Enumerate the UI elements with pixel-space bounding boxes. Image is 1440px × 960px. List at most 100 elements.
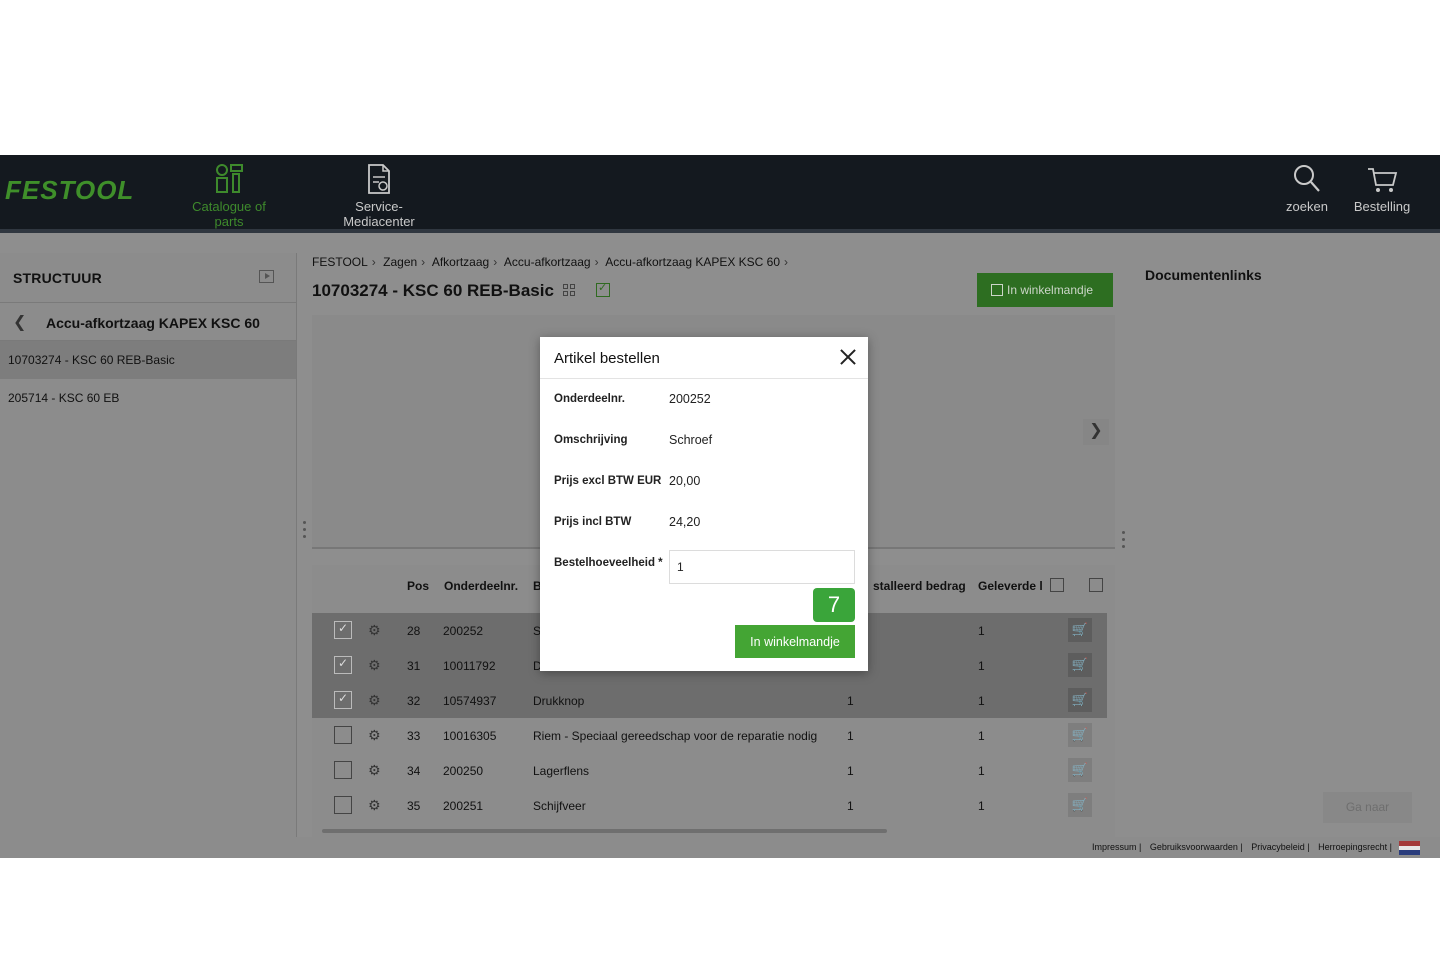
row-checkbox[interactable] xyxy=(334,726,352,744)
footer-link-impressum[interactable]: Impressum | xyxy=(1092,842,1141,852)
row-checkbox[interactable] xyxy=(334,796,352,814)
field-value: 24,20 xyxy=(669,515,701,529)
cell-pos: 35 xyxy=(407,799,421,813)
close-icon[interactable] xyxy=(838,347,858,367)
right-splitter-handle[interactable] xyxy=(1122,531,1126,557)
row-cart-icon[interactable]: 🛒 xyxy=(1068,723,1092,747)
footer-link-privacy[interactable]: Privacybeleid | xyxy=(1251,842,1309,852)
left-splitter-handle[interactable] xyxy=(303,521,307,547)
gear-icon[interactable]: ⚙ xyxy=(368,762,381,779)
gear-icon[interactable]: ⚙ xyxy=(368,657,381,674)
cell-pos: 33 xyxy=(407,729,421,743)
checklist-icon[interactable] xyxy=(596,281,610,297)
cell-delivered: 1 xyxy=(978,729,985,743)
order-button[interactable]: Bestelling xyxy=(1350,163,1414,214)
cell-part: 200250 xyxy=(443,764,484,778)
breadcrumb-separator-icon: › xyxy=(421,255,426,269)
breadcrumb-separator-icon: › xyxy=(371,255,376,269)
cell-desc: Drukknop xyxy=(533,694,585,708)
footer-links: Impressum | Gebruiksvoorwaarden | Privac… xyxy=(1086,842,1392,852)
archive-icon[interactable] xyxy=(1089,578,1103,592)
dialog-add-to-cart-button[interactable]: In winkelmandje xyxy=(735,625,855,658)
breadcrumb: FESTOOL › Zagen › Afkortzaag › Accu-afkortz… xyxy=(312,255,792,269)
nav-catalogue-of-parts[interactable]: Catalogue of parts xyxy=(176,163,282,229)
footer: Impressum | Gebruiksvoorwaarden | Privac… xyxy=(0,837,1440,858)
top-navigation-bar: FESTOOL Catalogue of parts Service-Media… xyxy=(0,155,1440,229)
col-delivered[interactable]: Geleverde l xyxy=(978,579,1043,593)
chevron-left-icon[interactable]: ❮ xyxy=(13,312,26,332)
row-cart-icon[interactable]: 🛒 xyxy=(1068,653,1092,677)
col-part-number[interactable]: Onderdeelnr. xyxy=(444,579,518,593)
breadcrumb-item[interactable]: Accu-afkortzaag KAPEX KSC 60 xyxy=(605,255,780,269)
cell-delivered: 1 xyxy=(978,694,985,708)
dialog-header: Artikel bestellen xyxy=(540,337,868,379)
row-checkbox[interactable] xyxy=(334,691,352,709)
breadcrumb-item[interactable]: Zagen xyxy=(383,255,417,269)
grid-view-icon[interactable] xyxy=(563,284,575,296)
cell-qty: 1 xyxy=(847,764,854,778)
field-label: Onderdeelnr. xyxy=(554,393,625,405)
documents-title: Documentenlinks xyxy=(1145,267,1262,283)
cart-icon xyxy=(1368,168,1398,192)
footer-link-terms[interactable]: Gebruiksvoorwaarden | xyxy=(1150,842,1243,852)
add-to-cart-button[interactable]: In winkelmandje xyxy=(977,273,1113,307)
search-button[interactable]: zoeken xyxy=(1282,163,1332,214)
gear-icon[interactable]: ⚙ xyxy=(368,692,381,709)
order-label: Bestelling xyxy=(1353,199,1411,214)
field-label: Prijs incl BTW xyxy=(554,516,632,528)
breadcrumb-item[interactable]: Accu-afkortzaag xyxy=(504,255,591,269)
row-cart-icon[interactable]: 🛒 xyxy=(1068,758,1092,782)
field-value: Schroef xyxy=(669,433,713,447)
table-row[interactable]: ⚙ 33 10016305 Riem - Speciaal gereedscha… xyxy=(312,718,1107,753)
row-cart-icon[interactable]: 🛒 xyxy=(1068,793,1092,817)
row-cart-icon[interactable]: 🛒 xyxy=(1068,618,1092,642)
cell-part: 10011792 xyxy=(443,659,496,673)
table-row[interactable]: ⚙ 35 200251 Schijfveer 1 1 🛒 xyxy=(312,788,1107,823)
cell-delivered: 1 xyxy=(978,799,985,813)
quantity-input[interactable] xyxy=(669,550,855,584)
col-pos[interactable]: Pos xyxy=(407,579,429,593)
dialog-title: Artikel bestellen xyxy=(554,350,660,367)
row-checkbox[interactable] xyxy=(334,656,352,674)
col-installed[interactable]: stalleerd bedrag xyxy=(873,579,966,593)
field-value: 20,00 xyxy=(669,474,701,488)
documents-panel: Documentenlinks xyxy=(1132,253,1430,837)
collapse-panel-icon[interactable] xyxy=(259,270,274,283)
cell-delivered: 1 xyxy=(978,624,985,638)
breadcrumb-separator-icon: › xyxy=(594,255,599,269)
gear-icon[interactable]: ⚙ xyxy=(368,727,381,744)
parts-icon xyxy=(216,164,243,193)
breadcrumb-item[interactable]: FESTOOL xyxy=(312,255,368,269)
breadcrumb-item[interactable]: Afkortzaag xyxy=(432,255,489,269)
gear-icon[interactable]: ⚙ xyxy=(368,622,381,639)
field-label: Prijs excl BTW EUR xyxy=(554,475,662,487)
nav-service-mediacenter[interactable]: Service-Mediacenter xyxy=(320,163,438,229)
structure-item[interactable]: 10703274 - KSC 60 REB-Basic xyxy=(0,341,296,379)
row-checkbox[interactable] xyxy=(334,621,352,639)
row-checkbox[interactable] xyxy=(334,761,352,779)
cell-pos: 34 xyxy=(407,764,421,778)
netherlands-flag-icon[interactable] xyxy=(1399,841,1420,856)
structure-item[interactable]: 205714 - KSC 60 EB xyxy=(0,379,296,417)
cell-part: 10574937 xyxy=(443,694,497,708)
chevron-right-icon[interactable]: ❯ xyxy=(1083,419,1109,445)
search-icon xyxy=(1294,165,1320,192)
festool-logo[interactable]: FESTOOL xyxy=(5,175,134,206)
checkbox-cart-icon xyxy=(991,284,1003,296)
table-row[interactable]: ⚙ 32 10574937 Drukknop 1 1 🛒 xyxy=(312,683,1107,718)
go-to-button[interactable]: Ga naar xyxy=(1323,792,1412,823)
page-title: 10703274 - KSC 60 REB-Basic xyxy=(312,281,554,300)
table-row[interactable]: ⚙ 34 200250 Lagerflens 1 1 🛒 xyxy=(312,753,1107,788)
order-article-dialog: Artikel bestellen Onderdeelnr. 200252 Om… xyxy=(540,337,868,671)
breadcrumb-separator-icon: › xyxy=(784,255,789,269)
column-settings-icon[interactable] xyxy=(1050,578,1064,592)
cell-part: 200252 xyxy=(443,624,484,638)
row-cart-icon[interactable]: 🛒 xyxy=(1068,688,1092,712)
gear-icon[interactable]: ⚙ xyxy=(368,797,381,814)
horizontal-scrollbar[interactable] xyxy=(322,829,887,833)
cell-desc: Lagerflens xyxy=(533,764,590,778)
footer-link-withdrawal[interactable]: Herroepingsrecht | xyxy=(1318,842,1392,852)
field-value: 200252 xyxy=(669,392,711,406)
structure-back-row[interactable]: ❮ Accu-afkortzaag KAPEX KSC 60 xyxy=(0,303,296,341)
structure-parent-label: Accu-afkortzaag KAPEX KSC 60 xyxy=(46,315,260,331)
